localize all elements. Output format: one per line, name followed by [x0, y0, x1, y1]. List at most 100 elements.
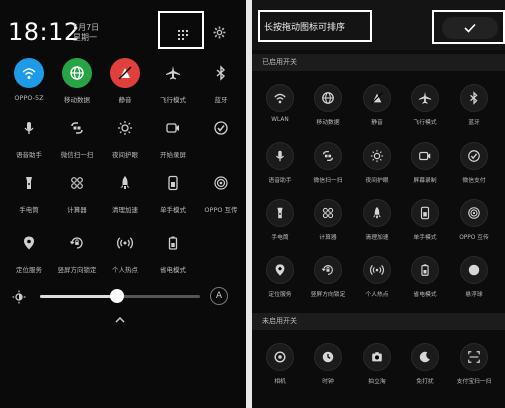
quick-tile-button[interactable] [62, 228, 92, 258]
quick-tile[interactable]: 清理加速 [102, 168, 148, 214]
edit-tile-button[interactable] [411, 84, 439, 112]
edit-tile-button[interactable] [363, 199, 391, 227]
quick-tile-button[interactable] [206, 113, 236, 143]
bluetooth-icon [470, 91, 478, 105]
quick-tile-button[interactable] [14, 228, 44, 258]
edit-tile[interactable]: 计算器 [306, 199, 350, 241]
quick-tile[interactable]: 移动数据 [54, 58, 100, 104]
edit-tile[interactable]: 拍立淘 [355, 343, 399, 385]
quick-tile[interactable] [198, 113, 244, 149]
quick-tile-button[interactable] [206, 168, 236, 198]
brightness-thumb[interactable] [109, 289, 124, 303]
edit-tile[interactable]: 屏幕录制 [403, 142, 447, 184]
quick-tile-button[interactable] [110, 168, 140, 198]
edit-tile-button[interactable] [460, 256, 488, 284]
edit-tile-button[interactable] [363, 84, 391, 112]
edit-tile-button[interactable] [266, 343, 294, 371]
edit-tile-button[interactable] [363, 343, 391, 371]
quick-tile[interactable]: 蓝牙 [198, 58, 244, 104]
edit-grid-icon[interactable] [178, 25, 188, 40]
quick-tile-button[interactable] [62, 168, 92, 198]
quick-tile[interactable]: 飞行模式 [150, 58, 196, 104]
edit-tile[interactable]: 蓝牙 [452, 84, 496, 126]
edit-tile-button[interactable] [266, 84, 294, 112]
rocket-icon [373, 206, 381, 219]
auto-brightness-button[interactable]: A [210, 287, 228, 305]
edit-tile-button[interactable] [314, 84, 342, 112]
edit-tile-button[interactable] [363, 256, 391, 284]
edit-tile-button[interactable] [266, 199, 294, 227]
quick-tile[interactable]: 开始录屏 [150, 113, 196, 159]
edit-tile[interactable]: 个人热点 [355, 256, 399, 298]
edit-tile-button[interactable] [266, 142, 294, 170]
quick-tile[interactable]: 单手模式 [150, 168, 196, 214]
quick-tile-button[interactable] [158, 113, 188, 143]
edit-tile-button[interactable] [411, 142, 439, 170]
quick-tile[interactable]: OPPO-5Z [6, 58, 52, 102]
quick-tile[interactable]: 计算器 [54, 168, 100, 214]
edit-tile-button[interactable] [314, 343, 342, 371]
edit-tile-button[interactable] [411, 256, 439, 284]
quick-tile-button[interactable] [158, 58, 188, 88]
edit-tile[interactable]: 竖屏方向锁定 [306, 256, 350, 298]
quick-tile-button[interactable] [62, 113, 92, 143]
quick-tile-button[interactable] [110, 58, 140, 88]
edit-tile[interactable]: 单手模式 [403, 199, 447, 241]
edit-tile[interactable]: 手电筒 [258, 199, 302, 241]
edit-tile[interactable]: 清理加速 [355, 199, 399, 241]
gear-icon[interactable] [213, 24, 226, 39]
edit-tile[interactable]: 悬浮球 [452, 256, 496, 298]
quick-tile[interactable]: 个人热点 [102, 228, 148, 274]
edit-tile-button[interactable] [314, 256, 342, 284]
edit-tile[interactable]: 夜间护眼 [355, 142, 399, 184]
quick-tile[interactable]: 语音助手 [6, 113, 52, 159]
edit-tile[interactable]: 移动数据 [306, 84, 350, 126]
done-button[interactable] [442, 17, 498, 39]
edit-tile-button[interactable] [460, 142, 488, 170]
quick-tile[interactable]: 省电模式 [150, 228, 196, 274]
edit-tile[interactable]: WLAN [258, 84, 302, 123]
quick-tile-button[interactable] [14, 168, 44, 198]
chevron-up-icon[interactable] [114, 309, 126, 323]
edit-tile-button[interactable] [460, 343, 488, 371]
edit-tile-button[interactable] [411, 199, 439, 227]
wifi-icon [274, 93, 286, 104]
quick-tile-label: 开始录屏 [160, 151, 186, 159]
edit-tile[interactable]: 微信支付 [452, 142, 496, 184]
edit-tile[interactable]: OPPO 互传 [452, 199, 496, 241]
quick-tile-button[interactable] [110, 113, 140, 143]
edit-tile-button[interactable] [314, 199, 342, 227]
quick-tile[interactable]: 夜间护眼 [102, 113, 148, 159]
edit-tile-label: OPPO 互传 [459, 235, 489, 241]
quick-tile-button[interactable] [14, 58, 44, 88]
edit-tile[interactable]: 免打扰 [403, 343, 447, 385]
quick-tile[interactable]: OPPO 互传 [198, 168, 244, 214]
edit-tile[interactable]: 支付宝扫一扫 [452, 343, 496, 385]
edit-tile-button[interactable] [460, 84, 488, 112]
edit-tile-button[interactable] [363, 142, 391, 170]
quick-tile[interactable]: 竖屏方向锁定 [54, 228, 100, 274]
edit-tile[interactable]: 静音 [355, 84, 399, 126]
edit-tile[interactable]: 语音助手 [258, 142, 302, 184]
quick-tile-button[interactable] [158, 228, 188, 258]
edit-tile[interactable]: 飞行模式 [403, 84, 447, 126]
quick-tile-button[interactable] [62, 58, 92, 88]
edit-tile[interactable]: 时钟 [306, 343, 350, 385]
enabled-section-header: 已启用开关 [252, 54, 505, 71]
edit-tile[interactable]: 定位服务 [258, 256, 302, 298]
quick-tile[interactable]: 静音 [102, 58, 148, 104]
quick-tile[interactable]: 定位服务 [6, 228, 52, 274]
edit-tile[interactable]: 微信扫一扫 [306, 142, 350, 184]
edit-tile-button[interactable] [411, 343, 439, 371]
quick-tile-button[interactable] [110, 228, 140, 258]
quick-tile[interactable]: 手电筒 [6, 168, 52, 214]
edit-tile-button[interactable] [314, 142, 342, 170]
quick-tile-button[interactable] [206, 58, 236, 88]
quick-tile-button[interactable] [14, 113, 44, 143]
quick-tile-button[interactable] [158, 168, 188, 198]
quick-tile[interactable]: 微信扫一扫 [54, 113, 100, 159]
edit-tile-button[interactable] [266, 256, 294, 284]
edit-tile[interactable]: 省电模式 [403, 256, 447, 298]
edit-tile-button[interactable] [460, 199, 488, 227]
edit-tile[interactable]: 相机 [258, 343, 302, 385]
